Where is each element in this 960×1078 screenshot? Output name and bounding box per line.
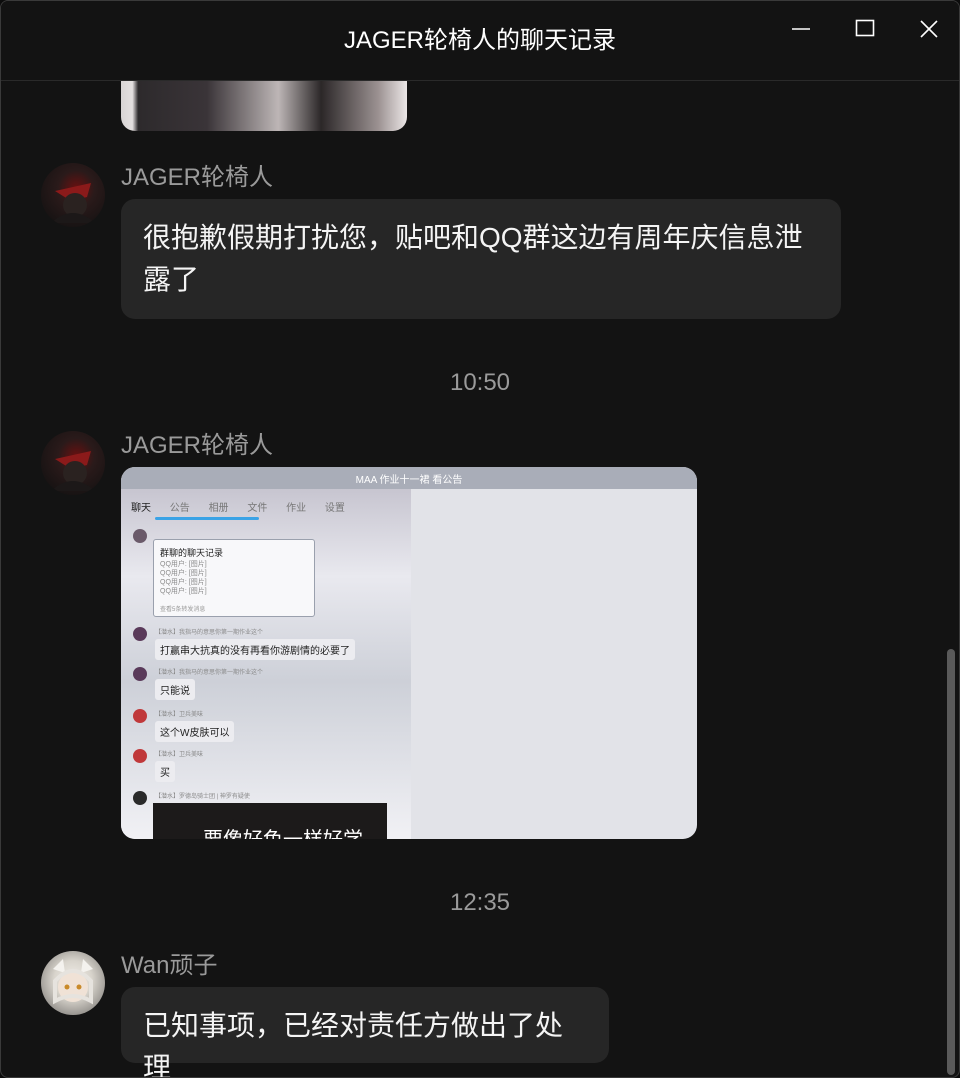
screenshot-message: 打赢串大抗真的没有再看你游剧情的必要了 (155, 639, 355, 660)
screenshot-tab: 相册 (208, 503, 229, 514)
close-button[interactable] (909, 13, 949, 45)
screenshot-tab: 作业 (286, 503, 307, 514)
screenshot-message-meta: 【潜水】罗德岛骑士团 | 神罗有疑使 (155, 794, 250, 800)
screenshot-card-footer: 查看5条转发消息 (160, 607, 206, 613)
minimize-button[interactable] (781, 13, 821, 45)
screenshot-title-bar: MAA 作业十一裙 看公告 (121, 467, 697, 489)
minimize-icon (792, 28, 810, 30)
screenshot-tab: 公告 (169, 503, 190, 514)
close-icon (920, 20, 938, 38)
screenshot-avatar (133, 749, 147, 763)
screenshot-message: 只能说 (155, 679, 195, 700)
scrollbar-thumb[interactable] (947, 649, 955, 1075)
message-bubble[interactable]: 很抱歉假期打扰您，贴吧和QQ群这边有周年庆信息泄露了 (121, 199, 841, 319)
screenshot-avatar (133, 667, 147, 681)
screenshot-card-line: QQ用户: [图片] (160, 561, 207, 568)
title-bar: JAGER轮椅人的聊天记录 (1, 1, 959, 81)
message-bubble[interactable]: 已知事项，已经对责任方做出了处理 (121, 987, 609, 1077)
screenshot-avatar (133, 627, 147, 641)
maximize-icon (855, 19, 875, 37)
screenshot-forward-card: 群聊的聊天记录 QQ用户: [图片] QQ用户: [图片] QQ用户: [图片]… (153, 539, 315, 617)
screenshot-tab: 文件 (247, 503, 268, 514)
screenshot-message: 这个W皮肤可以 (155, 721, 235, 742)
screenshot-tab: 设置 (324, 503, 345, 514)
sender-name: JAGER轮椅人 (121, 164, 274, 191)
screenshot-message-meta: 【潜水】我指马的意思你第一期作业这个 (155, 670, 264, 676)
screenshot-message-meta: 【潜水】我指马的意思你第一期作业这个 (155, 630, 264, 636)
screenshot-tab-indicator (155, 517, 259, 520)
screenshot-message: 买 (155, 761, 175, 782)
screenshot-message-meta: 【潜水】卫兵美味 (155, 712, 204, 718)
screenshot-avatar (133, 709, 147, 723)
maximize-button[interactable] (845, 13, 885, 45)
character-portrait (51, 183, 95, 223)
character-portrait (53, 959, 93, 1005)
timestamp: 10:50 (449, 369, 511, 396)
screenshot-avatar (133, 791, 147, 805)
chat-history-window: JAGER轮椅人的聊天记录 JAGER轮椅人 很抱歉假期打扰您，贴吧和QQ群这边… (0, 0, 960, 1078)
screenshot-card-line: QQ用户: [图片] (160, 570, 207, 577)
screenshot-tabs: 聊天 公告 相册 文件 作业 设置 (131, 499, 361, 514)
screenshot-picture-caption: 要像好色一样好学 (203, 823, 363, 839)
image-message[interactable] (121, 81, 407, 131)
sender-name: JAGER轮椅人 (121, 432, 274, 459)
character-portrait (51, 451, 95, 491)
screenshot-title: MAA 作业十一裙 看公告 (355, 475, 463, 486)
screenshot-avatar (133, 529, 147, 543)
avatar[interactable] (41, 431, 105, 495)
timestamp: 12:35 (449, 889, 511, 916)
screenshot-card-line: QQ用户: [图片] (160, 588, 207, 595)
sender-name: Wan顽子 (121, 952, 218, 979)
avatar[interactable] (41, 163, 105, 227)
screenshot-image-message[interactable]: MAA 作业十一裙 看公告 聊天 公告 相册 文件 作业 设置 群聊的聊天记录 … (121, 467, 697, 839)
screenshot-card-lines: QQ用户: [图片] QQ用户: [图片] QQ用户: [图片] QQ用户: [… (160, 560, 207, 596)
avatar[interactable] (41, 951, 105, 1015)
screenshot-tab: 聊天 (131, 503, 151, 514)
screenshot-card-line: QQ用户: [图片] (160, 579, 207, 586)
screenshot-message-meta: 【潜水】卫兵美味 (155, 752, 204, 758)
screenshot-card-title: 群聊的聊天记录 (160, 548, 224, 558)
chat-message-list[interactable]: JAGER轮椅人 很抱歉假期打扰您，贴吧和QQ群这边有周年庆信息泄露了 10:5… (1, 81, 959, 1077)
